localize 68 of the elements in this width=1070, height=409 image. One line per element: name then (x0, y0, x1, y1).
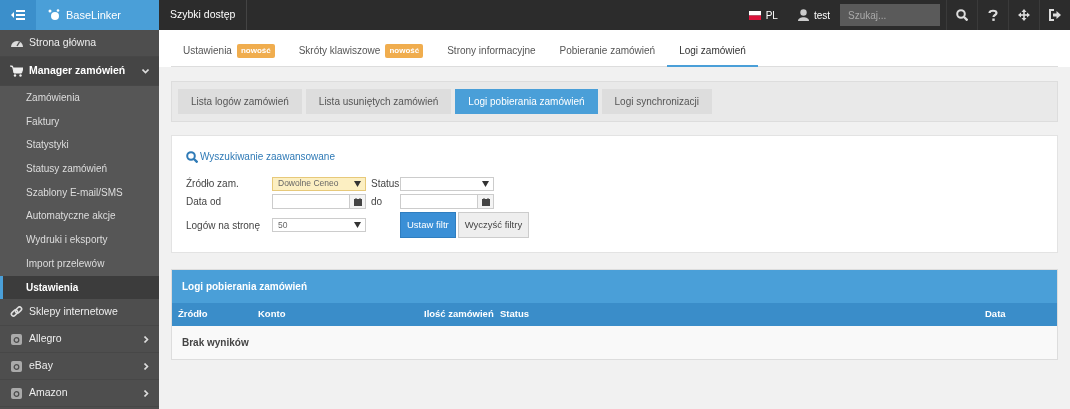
field-label: do (370, 195, 384, 209)
subtab-button[interactable]: Lista usuniętych zamówień (305, 89, 452, 114)
date-field[interactable] (400, 194, 494, 209)
user-icon (797, 9, 809, 21)
sidebar-subitem[interactable]: Wydruki i eksporty (0, 228, 159, 252)
help-icon (987, 9, 999, 21)
new-badge: nowość (236, 43, 275, 58)
select-field[interactable] (400, 176, 494, 191)
sidebar-item[interactable]: Manager zamówień (0, 57, 159, 86)
field-label: Logów na stronę (186, 218, 261, 233)
user-menu[interactable]: test (787, 0, 840, 30)
column-header: Źródło (178, 307, 209, 322)
dropdown-arrow-icon (482, 180, 489, 187)
flag-icon (748, 10, 761, 20)
column-header: Konto (258, 307, 287, 322)
column-header: Ilość zamówień (424, 307, 495, 322)
field-label: Źródło zam. (186, 176, 240, 191)
square-icon (10, 360, 23, 373)
field-label: Status (370, 177, 400, 191)
menu-button[interactable] (0, 0, 36, 30)
sidebar-item[interactable]: Sklepy internetowe (0, 299, 159, 327)
logo-icon (48, 9, 60, 21)
apply-filter-button[interactable]: Ustaw filtr (400, 212, 456, 239)
sidebar-subitem[interactable]: Ustawienia (0, 275, 159, 300)
tab[interactable]: Skróty klawiszowe nowość (286, 43, 436, 67)
empty-message: Brak wyników (181, 335, 250, 350)
clear-filters-button[interactable]: Wyczyść filtry (457, 212, 530, 239)
calendar-icon (353, 197, 362, 206)
chevron-down-icon (142, 68, 149, 74)
advanced-search-link[interactable]: Wyszukiwanie zaawansowane (186, 149, 1043, 164)
sidebar-subitem[interactable]: Zamówienia (0, 86, 159, 110)
calendar-icon (481, 197, 490, 206)
menu-icon (11, 10, 25, 20)
sidebar-item[interactable]: Amazon (0, 380, 159, 408)
sidebar-subitem[interactable]: Szablony E-mail/SMS (0, 180, 159, 205)
sidebar-subitem[interactable]: Automatyczne akcje (0, 204, 159, 229)
tab[interactable]: Pobieranie zamówień (547, 43, 668, 67)
select-field[interactable]: 50 (272, 218, 366, 233)
sidebar-item[interactable]: Allegro (0, 326, 159, 354)
logout-icon (1049, 9, 1061, 21)
link-icon (10, 306, 23, 319)
dropdown-arrow-icon (354, 222, 361, 229)
search-field[interactable]: Szukaj... (840, 4, 940, 26)
sidebar-subitem[interactable]: Import przelewów (0, 251, 159, 276)
subtab-button[interactable]: Logi synchronizacji (601, 89, 713, 114)
sidebar-subitem[interactable]: Statusy zamówień (0, 157, 159, 181)
language-selector[interactable]: PL (738, 0, 788, 30)
square-icon (10, 333, 23, 346)
tab[interactable]: Ustawienia nowość (171, 43, 287, 67)
sidebar-subitem[interactable]: Faktury (0, 109, 159, 134)
select-field[interactable]: Dowolne Ceneo (272, 176, 366, 191)
field-label: Data od (186, 195, 223, 209)
new-badge: nowość (385, 43, 424, 58)
dropdown-arrow-icon (354, 180, 361, 187)
column-header: Data (985, 307, 1007, 322)
tab[interactable]: Logi zamówień (667, 43, 758, 67)
subtab-button[interactable]: Lista logów zamówień (178, 89, 302, 114)
cart-icon (10, 65, 23, 77)
date-field[interactable] (272, 194, 366, 209)
sidebar-item[interactable]: eBay (0, 353, 159, 381)
search-icon (956, 9, 968, 21)
square-icon (10, 387, 23, 400)
column-header: Status (500, 307, 531, 322)
tab[interactable]: Strony informacyjne (435, 43, 548, 67)
sidebar-subitem[interactable]: Statystyki (0, 133, 159, 158)
move-icon (1018, 9, 1030, 21)
search-icon (186, 150, 198, 163)
panel-title: Logi pobierania zamówień (172, 270, 1057, 304)
